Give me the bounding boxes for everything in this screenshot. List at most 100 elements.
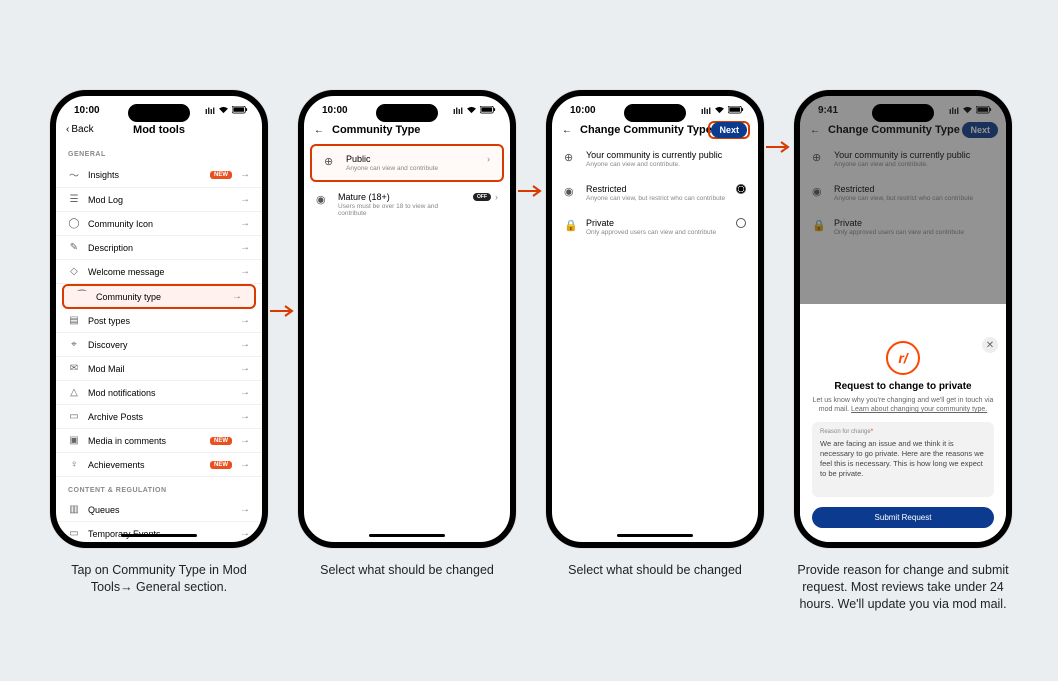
- chat-icon: ◇: [68, 266, 80, 277]
- caption: Select what should be changed: [298, 562, 516, 579]
- item-label: Discovery: [88, 340, 232, 350]
- option-title: Your community is currently public: [586, 150, 736, 160]
- list-item[interactable]: △Mod notifications→: [56, 381, 262, 405]
- option-title: Public: [346, 154, 473, 164]
- list-item[interactable]: ⁀Community type→: [62, 284, 256, 309]
- back-button[interactable]: ‹ Back: [66, 124, 94, 135]
- compass-icon: ⌖: [68, 339, 80, 350]
- caption: Tap on Community Type in Mod Tools→ Gene…: [50, 562, 268, 596]
- list-item[interactable]: ▥Queues→: [56, 498, 262, 522]
- content: GENERAL〜InsightsNEW→☰Mod Log→◯Community …: [56, 141, 262, 546]
- notch: [128, 104, 190, 122]
- item-label: Insights: [88, 170, 202, 180]
- option-row[interactable]: 🔒 PrivateOnly approved users can view and…: [552, 210, 758, 244]
- chevron-right-icon: →: [240, 266, 250, 277]
- item-label: Queues: [88, 505, 232, 515]
- radio-button[interactable]: [736, 184, 746, 194]
- off-badge: OFF: [473, 193, 491, 201]
- globe-icon: ⊕: [564, 151, 576, 164]
- phone-1: 10:00 ılıl ‹ Back Mod tools GENERAL〜Insi…: [50, 90, 268, 548]
- item-label: Mod Mail: [88, 364, 232, 374]
- caption: Provide reason for change and submit req…: [794, 562, 1012, 613]
- archive-icon: ▭: [68, 411, 80, 422]
- option-title: Mature (18+): [338, 192, 463, 202]
- wifi-icon: [218, 106, 229, 116]
- mail-icon: ✉: [68, 363, 80, 374]
- chevron-right-icon: →: [240, 411, 250, 422]
- item-label: Description: [88, 243, 232, 253]
- submit-button[interactable]: Submit Request: [812, 507, 994, 528]
- item-label: Welcome message: [88, 267, 232, 277]
- next-button-highlight: Next: [708, 121, 750, 139]
- reason-label: Reason for change*: [820, 428, 986, 436]
- back-arrow-icon[interactable]: ←: [314, 125, 324, 136]
- chevron-right-icon: ›: [495, 192, 498, 202]
- lock-icon: ⁀: [76, 291, 88, 302]
- option-row[interactable]: ◉ Mature (18+)Users must be over 18 to vi…: [304, 184, 510, 225]
- home-indicator: [617, 534, 693, 537]
- next-button[interactable]: Next: [711, 122, 747, 138]
- cellular-icon: ılıl: [205, 106, 215, 116]
- option-row: ⊕Your community is currently publicAnyon…: [552, 142, 758, 176]
- phone-4: 9:41 ılıl ← Change Community Type Next ⊕…: [794, 90, 1012, 548]
- chevron-right-icon: →: [240, 169, 250, 180]
- item-label: Achievements: [88, 460, 202, 470]
- home-indicator: [121, 534, 197, 537]
- list-item[interactable]: ◇ Welcome message →: [56, 260, 262, 284]
- option-subtitle: Users must be over 18 to view and contri…: [338, 203, 463, 217]
- eye-icon: ◉: [316, 193, 328, 206]
- chevron-right-icon: →: [240, 528, 250, 539]
- caption: Select what should be changed: [546, 562, 764, 579]
- chevron-right-icon: →: [240, 218, 250, 229]
- lock-icon: 🔒: [564, 219, 576, 232]
- list-item[interactable]: ◯Community Icon→: [56, 212, 262, 236]
- option-row[interactable]: ◉RestrictedAnyone can view, but restrict…: [552, 176, 758, 210]
- list-item[interactable]: ⌖Discovery→: [56, 333, 262, 357]
- chevron-right-icon: →: [240, 242, 250, 253]
- arrow-icon: [766, 138, 792, 159]
- battery-icon: [480, 106, 496, 116]
- option-subtitle: Anyone can view and contribute: [346, 165, 473, 172]
- time: 10:00: [570, 105, 596, 116]
- new-badge: NEW: [210, 437, 232, 445]
- reason-textarea[interactable]: Reason for change* We are facing an issu…: [812, 422, 994, 497]
- item-label: Media in comments: [88, 436, 202, 446]
- chevron-right-icon: →: [240, 504, 250, 515]
- bell-icon: △: [68, 387, 80, 398]
- sheet-description: Let us know why you're changing and we'l…: [812, 396, 994, 414]
- chevron-right-icon: →: [240, 387, 250, 398]
- learn-link[interactable]: Learn about changing your community type…: [851, 406, 987, 413]
- circle-icon: ◯: [68, 218, 80, 229]
- option-row[interactable]: ⊕PublicAnyone can view and contribute›: [310, 144, 504, 182]
- list-item[interactable]: ✎ Description →: [56, 236, 262, 260]
- sheet-heading: Request to change to private: [812, 381, 994, 392]
- back-arrow-icon[interactable]: ←: [562, 125, 572, 136]
- notch: [624, 104, 686, 122]
- section-header: CONTENT & REGULATION: [56, 477, 262, 498]
- new-badge: NEW: [210, 171, 232, 179]
- close-icon[interactable]: ✕: [982, 337, 998, 353]
- arrow-icon: [518, 182, 544, 203]
- list-item[interactable]: ♀AchievementsNEW→: [56, 453, 262, 477]
- list-item[interactable]: ▤Post types→: [56, 309, 262, 333]
- list-item[interactable]: ✉Mod Mail→: [56, 357, 262, 381]
- wifi-icon: [466, 106, 477, 116]
- eye-icon: ◉: [564, 185, 576, 198]
- note-icon: ▤: [68, 315, 80, 326]
- list-item[interactable]: ☰Mod Log→: [56, 188, 262, 212]
- list-item[interactable]: ▣Media in commentsNEW→: [56, 429, 262, 453]
- trophy-icon: ♀: [68, 459, 80, 470]
- option-subtitle: Only approved users can view and contrib…: [586, 229, 726, 236]
- option-subtitle: Anyone can view, but restrict who can co…: [586, 195, 726, 202]
- reddit-logo-icon: r/: [886, 341, 920, 375]
- home-indicator: [369, 534, 445, 537]
- battery-icon: [232, 106, 248, 116]
- option-title: Private: [586, 218, 726, 228]
- radio-button[interactable]: [736, 218, 746, 228]
- list-item[interactable]: ▭Archive Posts→: [56, 405, 262, 429]
- status-icons: ılıl: [701, 106, 744, 116]
- pencil-icon: ✎: [68, 242, 80, 253]
- reason-text: We are facing an issue and we think it i…: [820, 439, 986, 480]
- arrow-icon: [270, 302, 296, 323]
- list-item[interactable]: 〜InsightsNEW→: [56, 162, 262, 188]
